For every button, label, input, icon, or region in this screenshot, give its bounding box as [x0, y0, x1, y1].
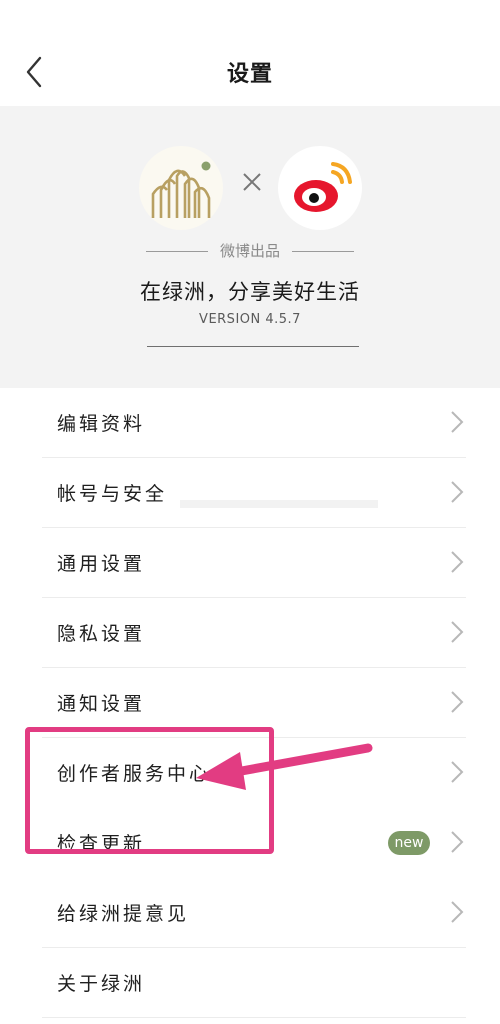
- app-version: VERSION 4.5.7: [199, 312, 301, 327]
- settings-menu: 编辑资料 帐号与安全 通用设置 隐私设置 通知设置 创作者服务中心 检查更新 n…: [0, 388, 500, 1018]
- menu-item-feedback[interactable]: 给绿洲提意见: [0, 878, 500, 948]
- chevron-right-icon: [451, 551, 464, 573]
- menu-item-label: 隐私设置: [57, 623, 146, 645]
- overlay-fade-bar: [180, 500, 378, 508]
- menu-item-general-settings[interactable]: 通用设置: [0, 528, 500, 598]
- banner-underline: [147, 346, 359, 347]
- chevron-right-icon: [451, 411, 464, 433]
- page-title: 设置: [226, 62, 273, 87]
- chevron-right-icon: [451, 481, 464, 503]
- menu-item-label: 通用设置: [57, 553, 146, 575]
- menu-item-about[interactable]: 关于绿洲: [0, 948, 500, 1018]
- times-icon: [243, 173, 261, 191]
- menu-item-label: 检查更新: [57, 833, 146, 855]
- menu-item-privacy-settings[interactable]: 隐私设置: [0, 598, 500, 668]
- menu-item-label: 帐号与安全: [57, 483, 168, 505]
- chevron-right-icon: [451, 691, 464, 713]
- menu-item-account-security[interactable]: 帐号与安全: [0, 458, 500, 528]
- divider-left: [145, 251, 208, 252]
- menu-item-creator-service-center[interactable]: 创作者服务中心: [0, 738, 500, 808]
- chevron-right-icon: [451, 761, 464, 783]
- menu-item-label: 给绿洲提意见: [57, 903, 190, 925]
- menu-item-label: 创作者服务中心: [57, 763, 212, 785]
- menu-item-label: 通知设置: [57, 693, 146, 715]
- menu-item-label: 编辑资料: [57, 413, 146, 435]
- menu-item-notification-settings[interactable]: 通知设置: [0, 668, 500, 738]
- new-badge: new: [388, 831, 430, 855]
- header: 设置: [0, 0, 500, 106]
- divider-right: [292, 251, 354, 252]
- menu-item-check-update[interactable]: 检查更新 new: [0, 808, 500, 878]
- divider: [42, 1017, 466, 1018]
- weibo-logo: [278, 146, 362, 230]
- chevron-right-icon: [451, 831, 464, 853]
- produced-by-label: 微博出品: [219, 242, 280, 260]
- chevron-right-icon: [451, 621, 464, 643]
- oasis-mountain-icon: [151, 161, 211, 218]
- weibo-eye-icon: [294, 162, 352, 212]
- menu-item-label: 关于绿洲: [57, 973, 146, 995]
- menu-item-edit-profile[interactable]: 编辑资料: [0, 388, 500, 458]
- oasis-logo: [139, 146, 223, 230]
- produced-by-row: 微博出品: [0, 240, 500, 261]
- chevron-right-icon: [451, 901, 464, 923]
- app-banner: 微博出品 在绿洲，分享美好生活 VERSION 4.5.7: [0, 106, 500, 388]
- app-slogan: 在绿洲，分享美好生活: [140, 280, 360, 304]
